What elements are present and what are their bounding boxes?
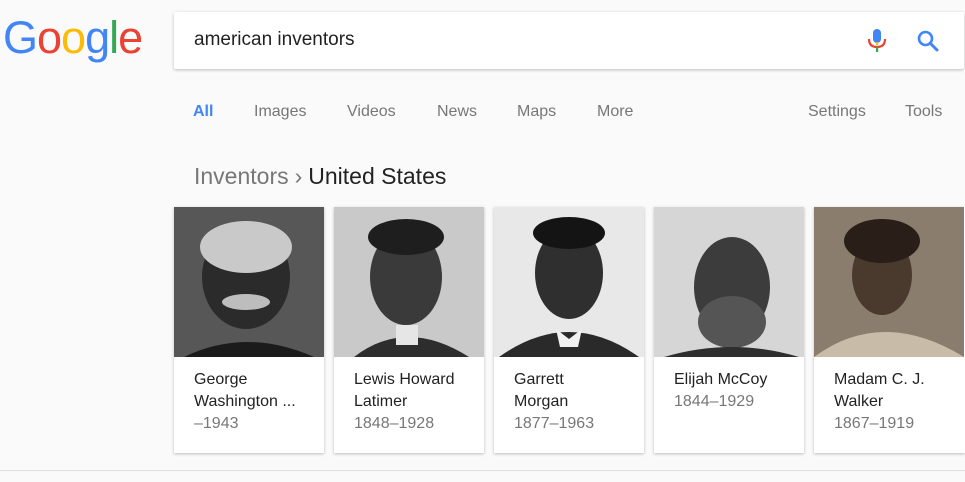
inventor-info: Garrett Morgan 1877–1963 xyxy=(514,369,634,435)
inventor-card[interactable]: Elijah McCoy 1844–1929 xyxy=(654,207,804,453)
microphone-icon[interactable] xyxy=(866,28,888,54)
inventor-years: 1848–1928 xyxy=(354,415,435,432)
inventor-name-line2: Walker xyxy=(834,393,884,410)
logo-letter: o xyxy=(37,12,62,63)
tab-images[interactable]: Images xyxy=(254,103,306,121)
settings-link[interactable]: Settings xyxy=(808,103,866,121)
inventor-info: Elijah McCoy 1844–1929 xyxy=(674,369,794,413)
inventor-name-line2: Washington ... xyxy=(194,393,296,410)
inventor-card[interactable]: George Washington ... –1943 xyxy=(174,207,324,453)
logo-letter: G xyxy=(3,12,38,63)
inventor-name-line1: Elijah McCoy xyxy=(674,371,768,388)
search-box[interactable]: american inventors xyxy=(174,12,964,69)
inventor-card[interactable]: Madam C. J. Walker 1867–1919 xyxy=(814,207,965,453)
logo-letter: l xyxy=(109,12,119,63)
tab-more[interactable]: More xyxy=(597,103,633,121)
logo-letter: g xyxy=(85,12,110,63)
inventor-name-line1: Garrett xyxy=(514,371,564,388)
inventor-name-line1: Lewis Howard xyxy=(354,371,455,388)
breadcrumb-parent[interactable]: Inventors xyxy=(194,163,289,189)
search-input[interactable]: american inventors xyxy=(194,29,355,51)
breadcrumb-current: United States xyxy=(308,163,447,189)
inventor-info: Lewis Howard Latimer 1848–1928 xyxy=(354,369,474,435)
inventor-years: 1877–1963 xyxy=(514,415,595,432)
inventor-name-line1: George xyxy=(194,371,248,388)
google-logo[interactable]: Google xyxy=(3,12,143,63)
inventor-photo xyxy=(654,207,804,357)
inventor-years: 1844–1929 xyxy=(674,393,755,410)
inventor-info: Madam C. J. Walker 1867–1919 xyxy=(834,369,954,435)
tools-link[interactable]: Tools xyxy=(905,103,942,121)
logo-letter: e xyxy=(118,12,143,63)
tab-videos[interactable]: Videos xyxy=(347,103,396,121)
tab-news[interactable]: News xyxy=(437,103,477,121)
inventor-photo xyxy=(494,207,644,357)
search-icon[interactable] xyxy=(916,29,940,53)
logo-letter: o xyxy=(61,12,86,63)
inventor-name-line2: Morgan xyxy=(514,393,569,410)
inventor-card[interactable]: Lewis Howard Latimer 1848–1928 xyxy=(334,207,484,453)
inventor-name-line1: Madam C. J. xyxy=(834,371,925,388)
inventor-info: George Washington ... –1943 xyxy=(194,369,314,435)
inventor-years: 1867–1919 xyxy=(834,415,915,432)
inventor-photo xyxy=(814,207,964,357)
inventor-card[interactable]: Garrett Morgan 1877–1963 xyxy=(494,207,644,453)
inventor-photo xyxy=(334,207,484,357)
breadcrumb: Inventors › United States xyxy=(194,163,446,190)
divider xyxy=(0,470,965,471)
breadcrumb-separator: › xyxy=(294,163,303,189)
tab-all[interactable]: All xyxy=(193,103,213,121)
inventor-photo xyxy=(174,207,324,357)
tab-maps[interactable]: Maps xyxy=(517,103,556,121)
inventor-years: –1943 xyxy=(194,415,239,432)
inventor-name-line2: Latimer xyxy=(354,393,408,410)
